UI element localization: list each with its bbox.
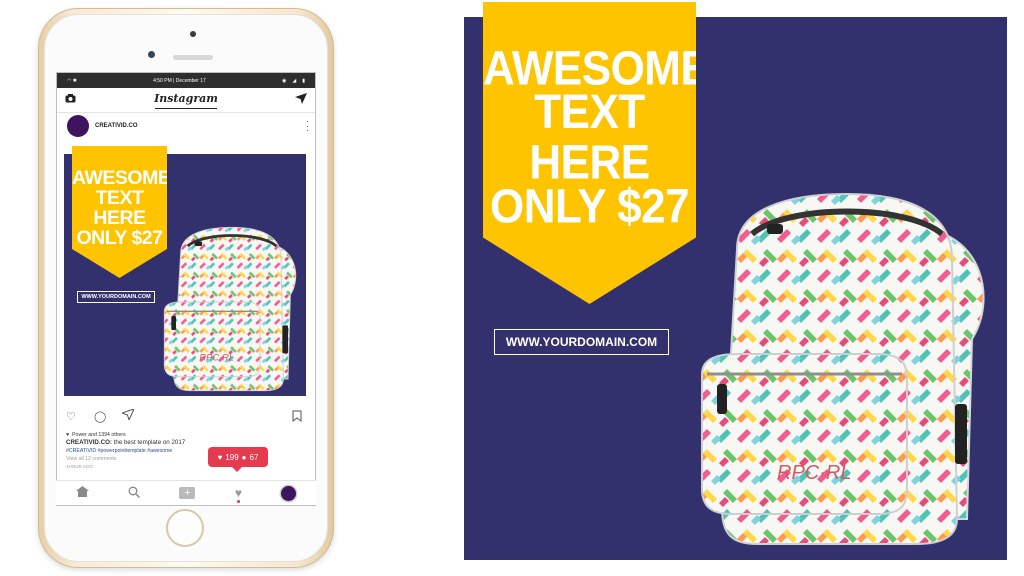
home-button[interactable] xyxy=(166,509,204,547)
bookmark-icon[interactable] xyxy=(292,410,302,425)
add-icon[interactable]: + xyxy=(179,487,196,499)
time-ago: 1HOUR AGO xyxy=(66,464,93,469)
wifi-icon: ◠ ✱ xyxy=(67,77,77,84)
likes-row: ♥ Power and 1394 others xyxy=(66,431,306,439)
more-dots-icon[interactable]: · · · xyxy=(306,117,309,135)
speaker-grille xyxy=(173,55,213,60)
heart-icon: ♥ xyxy=(217,452,223,462)
comment-icon[interactable]: ◯ xyxy=(94,410,106,423)
side-sensor xyxy=(148,51,155,58)
notification-badge[interactable]: ♥ 199 ● 67 xyxy=(208,447,268,472)
caption-user[interactable]: CREATIVID.CO: xyxy=(66,439,112,446)
post-caption-block: ♥ Power and 1394 others CREATIVID.CO: th… xyxy=(66,431,306,471)
headline-ribbon: AWESOME TEXT HERE ONLY $27 xyxy=(72,146,167,278)
post-header: CREATIVID.CO · · · xyxy=(57,113,315,139)
heart-icon[interactable]: ♡ xyxy=(66,410,76,423)
caption-text: the best template on 2017 xyxy=(111,439,186,446)
hashtags[interactable]: #CREATIVID #powerpointtemplate #awesome xyxy=(66,447,306,455)
caption: CREATIVID.CO: the best template on 2017 xyxy=(66,439,306,447)
front-camera xyxy=(190,31,196,37)
alarm-icon: ◉ xyxy=(281,77,287,84)
post-image[interactable]: AWESOME TEXT HERE ONLY $27 WWW.YOURDOMAI… xyxy=(64,146,306,396)
signal-icon: ◢ xyxy=(292,77,297,84)
battery-icon: ▮ xyxy=(302,77,305,84)
ad-banner: AWESOME TEXT HERE ONLY $27 WWW.YOURDOMAI… xyxy=(464,2,1007,560)
likes-text[interactable]: Power and 1394 others xyxy=(72,431,126,439)
headline-line-1: AWESOME xyxy=(72,167,171,189)
comments-link[interactable]: View all 12 comments xyxy=(66,455,306,463)
post-actions: ♡ ◯ xyxy=(66,408,306,425)
headline-line-3: ONLY $27 xyxy=(489,179,690,234)
search-icon[interactable] xyxy=(128,486,141,501)
user-icon: ● xyxy=(241,452,247,462)
share-icon[interactable] xyxy=(120,408,135,423)
headline-line-2: TEXT HERE xyxy=(529,85,650,190)
app-title: Instagram xyxy=(154,91,218,105)
domain-label[interactable]: WWW.YOURDOMAIN.COM xyxy=(494,329,669,355)
headline-line-2: TEXT HERE xyxy=(93,187,146,229)
status-bar: ◠ ✱ 4:50 PM | December 17 ◉ ◢ ▮ xyxy=(57,73,315,88)
avatar[interactable] xyxy=(67,115,89,137)
notification-followers: 67 xyxy=(249,452,259,462)
backpack-image: RPC·RL xyxy=(692,189,1002,549)
instagram-logo: Instagram xyxy=(154,92,218,109)
logo-underline xyxy=(155,107,217,109)
backpack-image xyxy=(162,225,298,393)
phone-mockup: ◠ ✱ 4:50 PM | December 17 ◉ ◢ ▮ Instagra… xyxy=(38,8,334,568)
activity-indicator-dot xyxy=(237,500,240,503)
status-time: 4:50 PM | December 17 xyxy=(153,77,206,84)
profile-avatar[interactable] xyxy=(281,485,297,501)
direct-send-icon[interactable] xyxy=(295,93,307,107)
bottom-tab-bar: + ♥ xyxy=(56,480,316,505)
status-icons: ◉ ◢ ▮ xyxy=(282,78,305,84)
notification-likes: 199 xyxy=(225,452,239,462)
instagram-header: Instagram xyxy=(57,88,315,113)
headline-ribbon: AWESOME TEXT HERE ONLY $27 xyxy=(483,2,696,304)
home-icon[interactable] xyxy=(75,486,89,500)
headline-line-3: ONLY $27 xyxy=(76,227,163,249)
camera-icon[interactable] xyxy=(65,94,76,106)
heart-icon: ♥ xyxy=(66,432,70,438)
post-username[interactable]: CREATIVID.CO xyxy=(95,123,138,129)
activity-heart-icon[interactable]: ♥ xyxy=(235,486,242,500)
domain-label: WWW.YOURDOMAIN.COM xyxy=(77,291,155,303)
